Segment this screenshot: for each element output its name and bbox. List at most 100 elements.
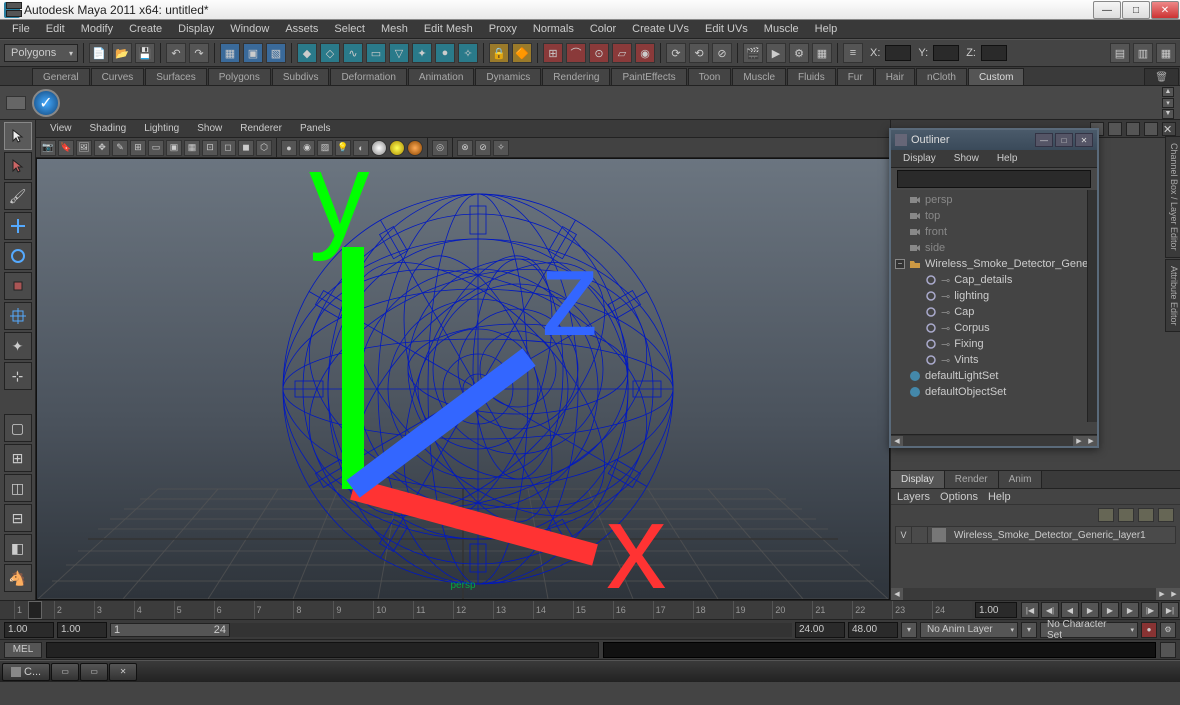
vp-grid-icon[interactable]: ⊞ [130,140,146,156]
vp-menu-lighting[interactable]: Lighting [136,121,187,136]
scroll-track[interactable] [903,588,1156,600]
shelf-tab-polygons[interactable]: Polygons [208,68,271,85]
cb-icon-4[interactable] [1144,122,1158,136]
tab-channelbox[interactable]: Channel Box / Layer Editor [1165,136,1180,258]
playback-end-display[interactable]: 1.00 [975,602,1017,618]
layer-scrollbar[interactable]: ◀ ▶ ▶ [891,588,1180,600]
layer-tab-render[interactable]: Render [945,471,999,488]
outliner-scrollbar-h[interactable]: ◀ ▶ ▶ [891,434,1097,446]
menu-edit[interactable]: Edit [38,21,73,37]
shelf-tab-dynamics[interactable]: Dynamics [475,68,541,85]
layer-menu-layers[interactable]: Layers [897,491,930,503]
snap-grid-icon[interactable]: ⊞ [543,43,563,63]
script-lang-selector[interactable]: MEL [4,642,42,658]
shelf-tab-painteffects[interactable]: PaintEffects [611,68,686,85]
coord-y-input[interactable] [933,45,959,61]
paint-select-tool[interactable]: 🖌 [4,182,32,210]
snap-point-icon[interactable]: ⊙ [589,43,609,63]
module-selector[interactable]: Polygons [4,44,78,62]
cb-icon-3[interactable] [1126,122,1140,136]
rotate-tool[interactable] [4,242,32,270]
menu-select[interactable]: Select [326,21,373,37]
vp-shaded-icon[interactable]: ● [281,140,297,156]
menu-create-uvs[interactable]: Create UVs [624,21,697,37]
menu-muscle[interactable]: Muscle [756,21,807,37]
four-view-icon[interactable]: ⊞ [4,444,32,472]
redo-icon[interactable]: ↷ [189,43,209,63]
outliner-item[interactable]: ⊸Fixing [891,336,1097,352]
open-scene-icon[interactable]: 📂 [112,43,132,63]
render-frame-icon[interactable]: 🎬 [743,43,763,63]
scroll-right-icon[interactable]: ▶ [1156,588,1168,600]
layer-icon-3[interactable] [1138,508,1154,522]
outliner-item[interactable]: defaultObjectSet [891,384,1097,400]
vp-menu-show[interactable]: Show [189,121,230,136]
go-end-button[interactable]: ▶| [1161,602,1179,618]
outliner-item[interactable]: top [891,208,1097,224]
layer-tab-display[interactable]: Display [891,471,945,488]
outliner-item[interactable]: persp [891,192,1097,208]
mask-misc-icon[interactable]: ✧ [458,43,478,63]
go-start-button[interactable]: |◀ [1021,602,1039,618]
input-mode-icon[interactable]: ≡ [843,43,863,63]
cb-close-icon[interactable]: ✕ [1162,122,1176,136]
scroll-end-icon[interactable]: ▶ [1085,436,1097,446]
layer-icon-2[interactable] [1118,508,1134,522]
vp-use-lights-icon[interactable]: 💡 [335,140,351,156]
vp-isolate-icon[interactable]: ◎ [432,140,448,156]
mask-render-icon[interactable]: ● [435,43,455,63]
vp-2d-pan-icon[interactable]: ✥ [94,140,110,156]
menu-modify[interactable]: Modify [73,21,121,37]
shelf-tab-animation[interactable]: Animation [408,68,474,85]
shelf-tab-curves[interactable]: Curves [91,68,145,85]
vp-image-plane-icon[interactable]: 🖼 [76,140,92,156]
shelf-tab-toon[interactable]: Toon [688,68,732,85]
outliner-menu-display[interactable]: Display [895,151,944,166]
render-view-icon[interactable]: ▦ [812,43,832,63]
scroll-right-icon[interactable]: ▶ [1073,436,1085,446]
shelf-trash-icon[interactable]: 🗑 [1144,68,1179,85]
lock-selection-icon[interactable]: 🔒 [489,43,509,63]
menu-mesh[interactable]: Mesh [373,21,416,37]
scale-tool[interactable] [4,272,32,300]
history-toggle-icon[interactable]: ⊘ [712,43,732,63]
viewport-3d[interactable]: persp y x z [36,158,890,600]
coord-x-input[interactable] [885,45,911,61]
vp-res-gate-icon[interactable]: ▣ [166,140,182,156]
save-scene-icon[interactable]: 💾 [135,43,155,63]
outliner-close-button[interactable]: ✕ [1075,133,1093,147]
vp-menu-panels[interactable]: Panels [292,121,339,136]
persp-outliner-icon[interactable]: ◧ [4,534,32,562]
range-menu-icon[interactable]: ▾ [901,622,917,638]
outliner-item[interactable]: −Wireless_Smoke_Detector_Generic [891,256,1097,272]
last-tool-icon[interactable]: 🐴 [4,564,32,592]
outliner-item[interactable]: ⊸Cap_details [891,272,1097,288]
new-scene-icon[interactable]: 📄 [89,43,109,63]
mask-curve-icon[interactable]: ∿ [343,43,363,63]
layer-type-toggle[interactable] [912,527,928,543]
mask-deform-icon[interactable]: ▽ [389,43,409,63]
outliner-search-input[interactable] [897,170,1091,188]
move-tool[interactable] [4,212,32,240]
playback-start-input[interactable]: 1.00 [57,622,107,638]
anim-layer-selector[interactable]: No Anim Layer [920,622,1018,638]
shelf-tab-ncloth[interactable]: nCloth [916,68,967,85]
layer-visible-toggle[interactable]: V [896,527,912,543]
layer-menu-help[interactable]: Help [988,491,1011,503]
taskbar-app-button[interactable]: C... [2,663,50,681]
sidebar-toggle-2-icon[interactable]: ▥ [1133,43,1153,63]
snap-curve-icon[interactable]: ⌒ [566,43,586,63]
shelf-tab-subdivs[interactable]: Subdivs [272,68,330,85]
time-slider[interactable]: 123456789101112131415161718192021222324 … [0,600,1180,620]
taskbar-close-icon[interactable]: ✕ [109,663,137,681]
shelf-tab-custom[interactable]: Custom [968,68,1024,85]
vp-menu-shading[interactable]: Shading [82,121,135,136]
mask-joint-icon[interactable]: ◇ [320,43,340,63]
single-view-icon[interactable]: ▢ [4,414,32,442]
select-obj-icon[interactable]: ▣ [243,43,263,63]
vp-textured-icon[interactable]: ▨ [317,140,333,156]
scroll-left-icon[interactable]: ◀ [891,436,903,446]
menu-proxy[interactable]: Proxy [481,21,525,37]
undo-icon[interactable]: ↶ [166,43,186,63]
prefs-icon[interactable]: ⚙ [1160,622,1176,638]
